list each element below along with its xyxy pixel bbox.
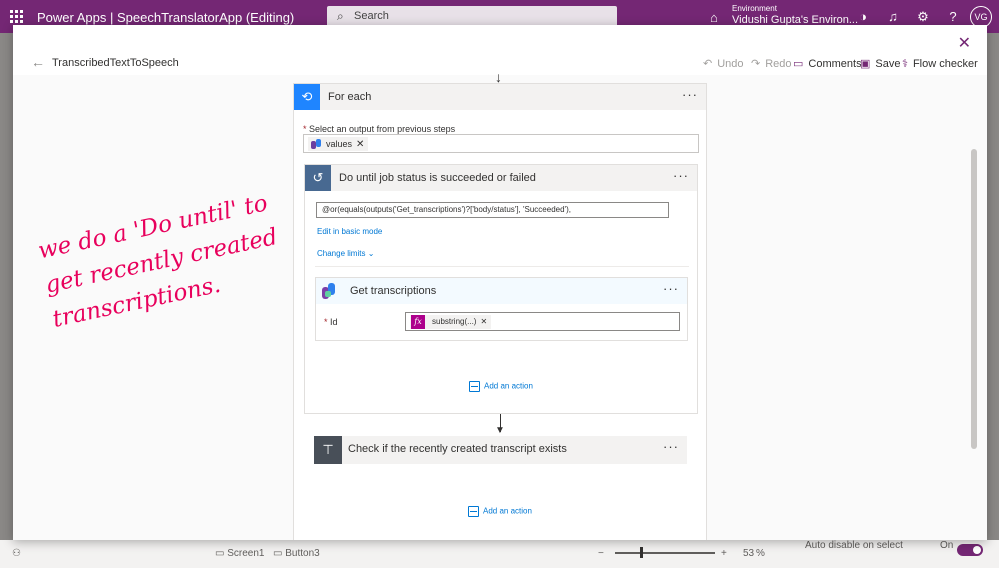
redo-icon: ↷: [751, 58, 761, 70]
select-output-label: * Select an output from previous steps: [303, 124, 456, 134]
id-label-text: Id: [330, 317, 338, 327]
undo-icon: ↶: [703, 58, 713, 70]
copilot-icon[interactable]: ◑: [855, 9, 871, 24]
scrollbar-thumb[interactable]: [971, 149, 977, 449]
close-icon[interactable]: ✕: [958, 33, 971, 53]
dataverse-icon: [310, 138, 322, 150]
zoom-unit: %: [756, 548, 765, 559]
comment-icon: ▭: [793, 58, 804, 70]
redo-button[interactable]: ↷ Redo: [751, 57, 792, 70]
undo-label: Undo: [717, 58, 744, 70]
for-each-header[interactable]: ⟲ For each ···: [294, 84, 706, 110]
search-icon: ⌕: [337, 9, 344, 23]
waffle-icon[interactable]: [10, 10, 24, 24]
do-until-icon: ↺: [305, 165, 331, 191]
change-limits-label: Change limits: [317, 249, 366, 258]
global-search-box[interactable]: ⌕ Search: [327, 6, 617, 27]
values-token[interactable]: values ✕: [308, 137, 369, 151]
flow-editor-modal: ✕ ← TranscribedTextToSpeech ↶ Undo ↷ Redo …: [13, 25, 987, 540]
do-until-title: Do until job status is succeeded or fail…: [339, 172, 536, 184]
gear-icon[interactable]: ⚙: [915, 9, 931, 25]
chevron-down-icon: ⌄: [367, 249, 375, 258]
flow-checker-label: Flow checker: [912, 58, 978, 70]
zoom-slider-handle[interactable]: [640, 547, 643, 558]
undo-button[interactable]: ↶ Undo: [703, 57, 744, 70]
get-transcriptions-card: Get transcriptions ··· * Id fx substring…: [315, 277, 688, 341]
get-transcriptions-title: Get transcriptions: [350, 285, 437, 297]
button-tab-label: Button3: [285, 548, 320, 559]
toggle-state-label: On: [940, 540, 954, 551]
save-button[interactable]: ▣ Save: [860, 57, 900, 70]
speech-service-icon: [316, 278, 342, 304]
add-action-outer-label: Add an action: [483, 506, 532, 516]
substring-token-label: substring(...): [432, 317, 477, 326]
select-output-label-text: Select an output from previous steps: [309, 124, 456, 134]
save-icon: ▣: [860, 58, 871, 70]
save-label: Save: [875, 58, 901, 70]
auto-disable-label: Auto disable on select: [805, 540, 903, 551]
status-bar: ⚇ ▭ Screen1 ▭ Button3 − + 53 % Auto disa…: [0, 540, 999, 568]
do-until-header[interactable]: ↺ Do until job status is succeeded or fa…: [305, 165, 697, 191]
condition-card: ⊤ Check if the recently created transcri…: [314, 436, 687, 464]
loop-icon: ⟲: [294, 84, 320, 110]
change-limits-link[interactable]: Change limits ⌄: [317, 249, 374, 258]
user-icon: ⚇: [12, 548, 21, 559]
add-action-icon: [469, 381, 480, 392]
flow-title: TranscribedTextToSpeech: [52, 57, 179, 69]
substring-token[interactable]: fx substring(...) ✕: [410, 315, 492, 329]
flow-checker-button[interactable]: ⚕ Flow checker: [902, 57, 978, 70]
condition-more-button[interactable]: ···: [663, 439, 679, 454]
add-action-outer-button[interactable]: Add an action: [468, 506, 532, 517]
auto-disable-toggle[interactable]: [957, 544, 983, 556]
select-output-field[interactable]: values ✕: [303, 134, 699, 153]
canvas-scrollbar[interactable]: [969, 75, 979, 540]
comments-button[interactable]: ▭ Comments: [793, 57, 862, 70]
comments-label: Comments: [808, 58, 862, 70]
values-token-label: values: [326, 139, 353, 149]
search-placeholder: Search: [354, 10, 389, 22]
flow-canvas: ↓ we do a 'Do until' to get recently cre…: [13, 69, 987, 540]
remove-token-icon[interactable]: ✕: [480, 317, 487, 326]
add-action-icon: [468, 506, 479, 517]
zoom-in-button[interactable]: +: [721, 548, 727, 559]
edit-basic-mode-link[interactable]: Edit in basic mode: [317, 227, 382, 236]
do-until-more-button[interactable]: ···: [673, 168, 689, 183]
remove-token-icon[interactable]: ✕: [356, 139, 364, 150]
handwritten-annotation: we do a 'Do until' to get recently creat…: [35, 181, 311, 338]
connector-arrow-icon: ▼: [495, 425, 505, 436]
screen-tab[interactable]: ▭ Screen1: [215, 548, 264, 559]
add-action-inner-button[interactable]: Add an action: [469, 381, 533, 392]
for-each-title: For each: [328, 91, 372, 103]
stethoscope-icon: ⚕: [902, 58, 908, 70]
help-icon[interactable]: ?: [945, 9, 961, 24]
for-each-more-button[interactable]: ···: [682, 87, 698, 102]
zoom-slider[interactable]: [615, 552, 715, 554]
app-brand-title: Power Apps | SpeechTranslatorApp (Editin…: [37, 10, 295, 25]
function-icon: fx: [411, 315, 425, 329]
id-label: * Id: [324, 317, 338, 327]
back-arrow-icon[interactable]: ←: [31, 54, 45, 70]
condition-expression-input[interactable]: @or(equals(outputs('Get_transcriptions')…: [316, 202, 669, 218]
environment-icon: ⌂: [710, 10, 718, 25]
screen-tab-label: Screen1: [227, 548, 265, 559]
divider: [315, 266, 689, 267]
condition-title: Check if the recently created transcript…: [348, 443, 567, 455]
get-transcriptions-header[interactable]: Get transcriptions ···: [316, 278, 687, 304]
id-field[interactable]: fx substring(...) ✕: [405, 312, 680, 331]
add-action-inner-label: Add an action: [484, 381, 533, 391]
button-tab[interactable]: ▭ Button3: [273, 548, 320, 559]
zoom-value: 53: [743, 548, 755, 559]
bell-icon[interactable]: ♫: [885, 9, 901, 24]
zoom-out-button[interactable]: −: [598, 548, 604, 559]
redo-label: Redo: [765, 58, 792, 70]
condition-header[interactable]: ⊤ Check if the recently created transcri…: [314, 436, 687, 464]
for-each-card: ⟲ For each ··· * Select an output from p…: [293, 83, 707, 540]
get-transcriptions-more-button[interactable]: ···: [663, 281, 679, 296]
environment-label: Environment: [732, 4, 777, 13]
condition-icon: ⊤: [314, 436, 342, 464]
do-until-card: ↺ Do until job status is succeeded or fa…: [304, 164, 698, 414]
